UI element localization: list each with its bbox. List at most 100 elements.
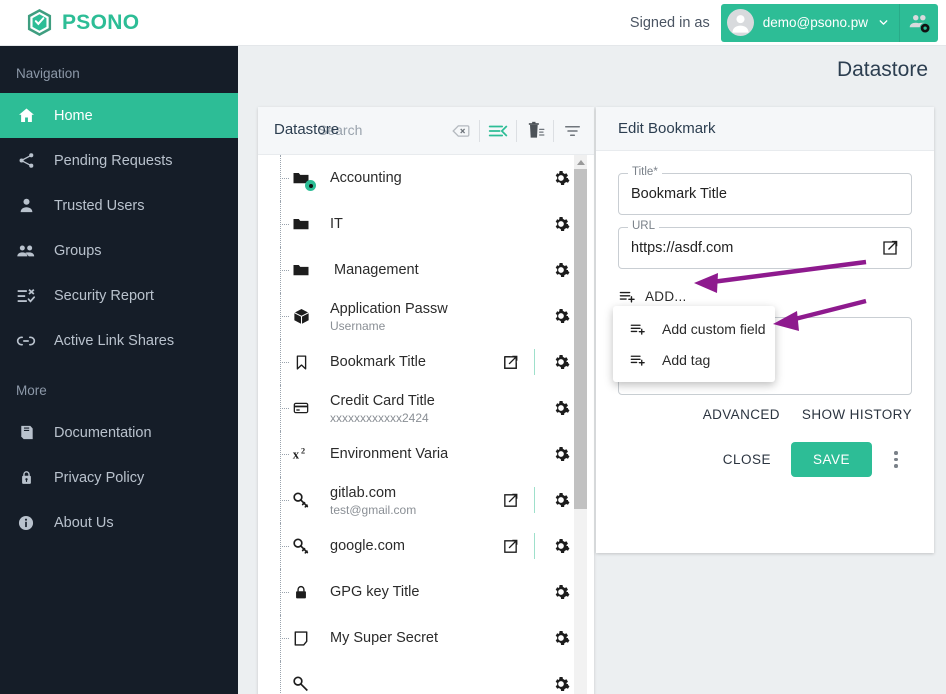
key-icon xyxy=(290,535,312,557)
list-item-title: Bookmark Title xyxy=(330,354,426,370)
list-item-texts: Application Passw Username xyxy=(330,300,448,333)
sidebar-item-trusted-users[interactable]: Trusted Users xyxy=(0,183,238,228)
clear-search-button[interactable] xyxy=(443,107,479,155)
list-item[interactable]: Accounting xyxy=(258,155,594,201)
brand-name: PSONO xyxy=(62,10,140,34)
close-button[interactable]: CLOSE xyxy=(707,443,787,476)
sidebar-item-home[interactable]: Home xyxy=(0,93,238,138)
avatar xyxy=(726,9,754,36)
share-icon xyxy=(16,151,36,171)
delete-icon xyxy=(528,121,544,138)
menu-item-label: Add custom field xyxy=(662,320,766,337)
brand-logo[interactable]: PSONO xyxy=(26,8,139,37)
group-settings-button[interactable] xyxy=(900,3,938,42)
groups-icon xyxy=(16,241,36,261)
open-link-icon[interactable] xyxy=(495,492,525,509)
user-menu-button[interactable]: demo@psono.pw xyxy=(720,3,899,42)
open-url-icon[interactable] xyxy=(881,239,899,257)
sidebar-item-pending-requests[interactable]: Pending Requests xyxy=(0,138,238,183)
list-item[interactable]: Credit Card Title xxxxxxxxxxxx2424 xyxy=(258,385,594,431)
gear-icon[interactable] xyxy=(544,169,578,187)
sidebar-item-label: Home xyxy=(54,107,93,124)
list-item-title: Management xyxy=(334,262,419,278)
gear-icon[interactable] xyxy=(544,675,578,693)
gear-icon[interactable] xyxy=(544,445,578,463)
list-item[interactable] xyxy=(258,661,594,694)
url-field-label: URL xyxy=(628,220,660,232)
gear-icon[interactable] xyxy=(544,629,578,647)
edit-panel-title: Edit Bookmark xyxy=(618,120,716,137)
playlist-add-icon xyxy=(630,355,645,366)
title-field-wrapper: Title* Bookmark Title xyxy=(618,166,912,215)
folder-icon xyxy=(290,213,312,235)
sidebar-item-label: Documentation xyxy=(54,424,152,441)
top-bar: PSONO Signed in as demo@psono.pw xyxy=(0,0,946,46)
list-item[interactable]: google.com xyxy=(258,523,594,569)
tree-guide xyxy=(280,592,289,593)
title-input-value: Bookmark Title xyxy=(631,186,727,202)
datastore-panel: Datastore Search Accounting IT Managemen… xyxy=(258,107,594,694)
tree-guide xyxy=(280,500,289,501)
gear-icon[interactable] xyxy=(544,261,578,279)
advanced-link[interactable]: ADVANCED xyxy=(703,407,780,422)
list-item-title: IT xyxy=(330,216,343,232)
env-var-icon: x 2 xyxy=(290,443,312,465)
gear-icon[interactable] xyxy=(544,537,578,555)
gear-icon[interactable] xyxy=(544,583,578,601)
list-item[interactable]: Application Passw Username xyxy=(258,293,594,339)
tree-guide xyxy=(280,178,289,179)
scroll-up-button[interactable] xyxy=(574,155,587,169)
shared-badge xyxy=(305,180,316,191)
open-link-icon[interactable] xyxy=(495,538,525,555)
url-input[interactable]: https://asdf.com xyxy=(618,227,912,269)
sidebar-item-privacy-policy[interactable]: Privacy Policy xyxy=(0,455,238,500)
sidebar-item-documentation[interactable]: Documentation xyxy=(0,410,238,455)
gear-icon[interactable] xyxy=(544,215,578,233)
bookmark-icon xyxy=(290,351,312,373)
scrollbar-thumb[interactable] xyxy=(574,169,587,509)
folder-icon xyxy=(290,259,312,281)
package-icon xyxy=(290,305,312,327)
title-input[interactable]: Bookmark Title xyxy=(618,173,912,215)
list-item-texts: IT xyxy=(330,215,343,233)
open-link-icon[interactable] xyxy=(495,354,525,371)
filter-button[interactable] xyxy=(554,107,590,155)
list-item[interactable]: GPG key Title xyxy=(258,569,594,615)
gear-icon[interactable] xyxy=(544,353,578,371)
add-dropdown-menu: Add custom field Add tag xyxy=(613,306,775,382)
list-item[interactable]: My Super Secret xyxy=(258,615,594,661)
list-item[interactable]: gitlab.com test@gmail.com xyxy=(258,477,594,523)
sidebar-item-active-link-shares[interactable]: Active Link Shares xyxy=(0,318,238,363)
save-button[interactable]: SAVE xyxy=(790,442,872,477)
show-history-link[interactable]: SHOW HISTORY xyxy=(802,407,912,422)
datastore-list[interactable]: Accounting IT Management Application Pas… xyxy=(258,155,594,694)
list-item[interactable]: Bookmark Title xyxy=(258,339,594,385)
collapse-all-button[interactable] xyxy=(480,107,516,155)
more-options-button[interactable] xyxy=(880,444,912,476)
list-item-subtitle: xxxxxxxxxxxx2424 xyxy=(330,410,429,425)
list-item[interactable]: x 2 Environment Variа xyxy=(258,431,594,477)
sidebar-item-groups[interactable]: Groups xyxy=(0,228,238,273)
list-item-title: Accounting xyxy=(330,170,402,186)
sidebar-item-about-us[interactable]: About Us xyxy=(0,500,238,545)
list-item-title: Credit Card Title xyxy=(330,392,435,409)
url-field-wrapper: URL https://asdf.com xyxy=(618,220,912,269)
menu-item-add-tag[interactable]: Add tag xyxy=(613,344,775,375)
gear-icon[interactable] xyxy=(544,491,578,509)
list-item[interactable]: IT xyxy=(258,201,594,247)
sidebar-item-security-report[interactable]: Security Report xyxy=(0,273,238,318)
menu-item-add-custom-field[interactable]: Add custom field xyxy=(613,313,775,344)
playlist-add-icon xyxy=(630,324,645,335)
gear-icon[interactable] xyxy=(544,307,578,325)
tree-guide xyxy=(280,408,289,409)
list-item-title: My Super Secret xyxy=(330,630,438,646)
gear-icon[interactable] xyxy=(544,399,578,417)
app-root: PSONO Signed in as demo@psono.pw Navigat… xyxy=(0,0,946,694)
tree-guide xyxy=(280,661,281,694)
list-scrollbar[interactable] xyxy=(574,155,587,694)
key-icon xyxy=(290,489,312,511)
delete-button[interactable] xyxy=(517,107,553,155)
groups-gear-icon xyxy=(909,15,931,34)
list-item[interactable]: Management xyxy=(258,247,594,293)
tree-guide xyxy=(280,546,289,547)
